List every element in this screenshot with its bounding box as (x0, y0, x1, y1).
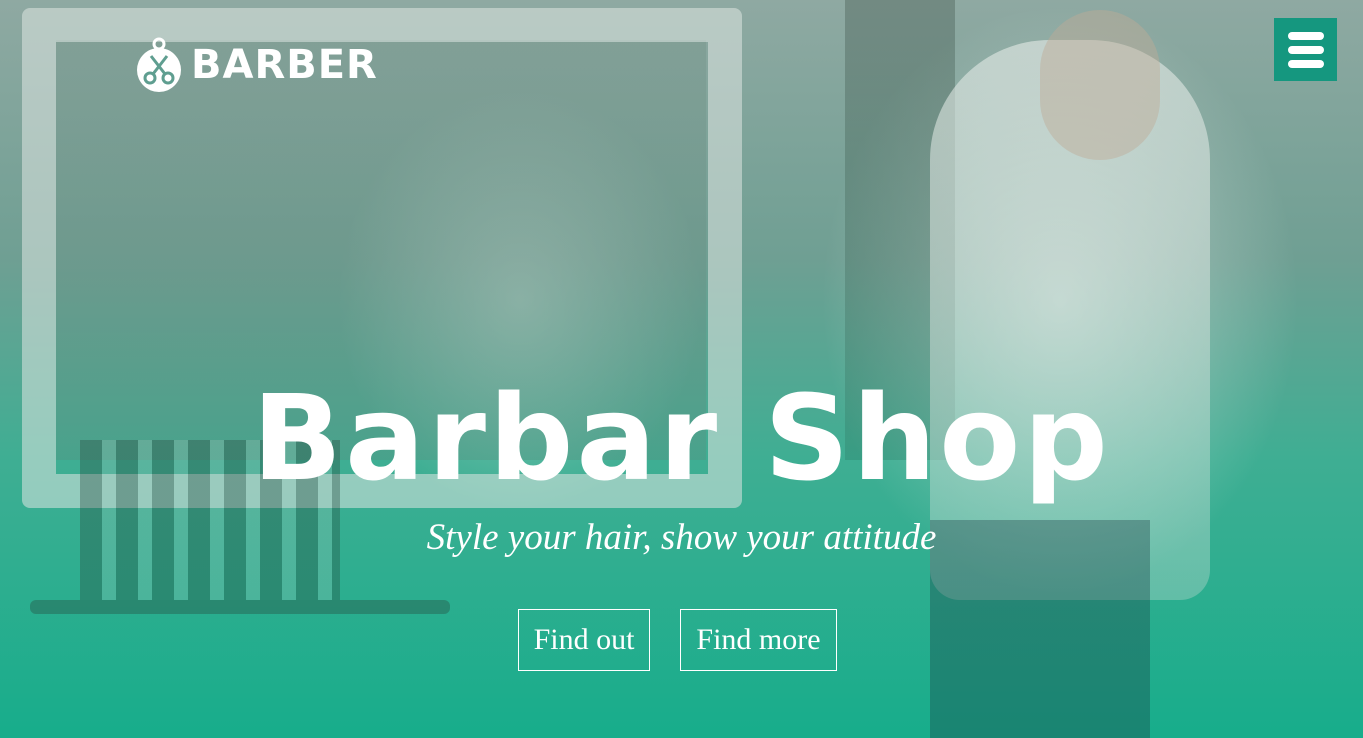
menu-bar (1287, 45, 1324, 54)
find-out-button[interactable]: Find out (518, 609, 650, 671)
menu-bar (1287, 31, 1324, 40)
site-logo[interactable]: BARBER (133, 33, 378, 97)
logo-text: BARBER (191, 42, 378, 88)
find-more-button[interactable]: Find more (680, 609, 837, 671)
shelf (30, 600, 450, 614)
menu-bar (1287, 59, 1324, 68)
hero-title: Barbar Shop (252, 369, 1111, 507)
barber-scissors-logo-icon (137, 37, 181, 92)
barber-head (1040, 10, 1160, 160)
hero-subtitle: Style your hair, show your attitude (426, 517, 937, 558)
hamburger-menu-button[interactable] (1274, 18, 1337, 81)
